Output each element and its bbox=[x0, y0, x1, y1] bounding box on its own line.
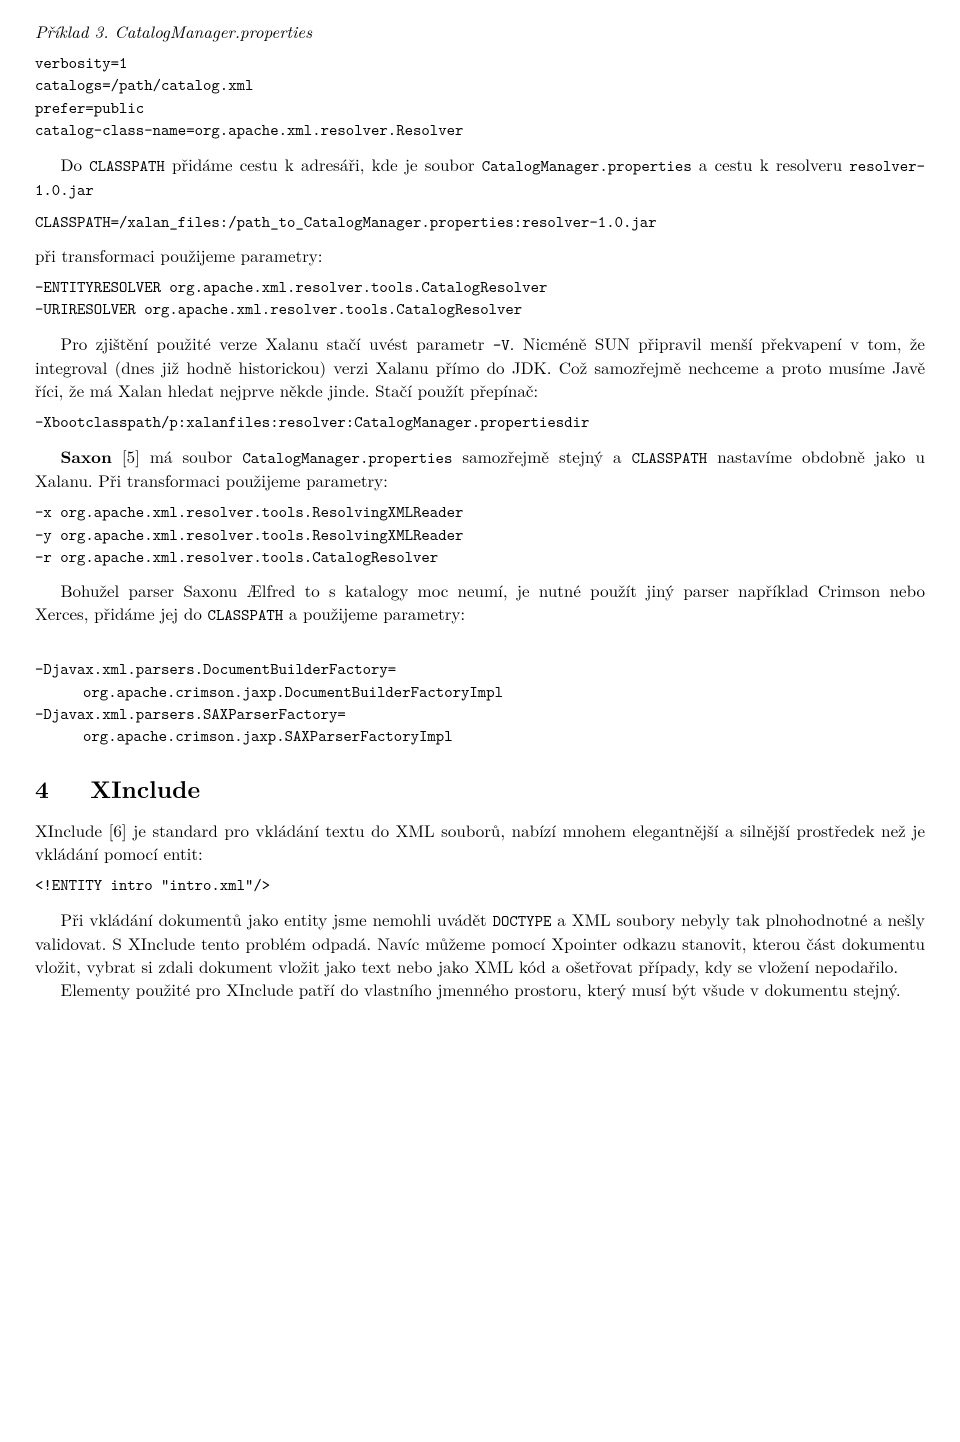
code-line: org.apache.crimson.jaxp.DocumentBuilderF… bbox=[35, 682, 503, 703]
inline-code: CatalogManager.properties bbox=[242, 448, 452, 469]
code-block-entity: <!ENTITY intro "intro.xml"/> bbox=[35, 875, 925, 897]
section-title: XInclude bbox=[90, 772, 200, 806]
section-heading-xinclude: 4 XInclude bbox=[35, 773, 925, 805]
paragraph-doctype: Při vkládání dokumentů jako entity jsme … bbox=[35, 908, 925, 978]
code-block-catalogmanager: verbosity=1 catalogs=/path/catalog.xml p… bbox=[35, 53, 925, 143]
code-block-saxon-params: -x org.apache.xml.resolver.tools.Resolvi… bbox=[35, 502, 925, 569]
code-line: -Djavax.xml.parsers.DocumentBuilderFacto… bbox=[35, 659, 396, 680]
paragraph-xinclude-namespace: Elementy použité pro XInclude patří do v… bbox=[35, 978, 925, 1001]
code-block-resolver-params: -ENTITYRESOLVER org.apache.xml.resolver.… bbox=[35, 277, 925, 322]
code-block-classpath-assign: CLASSPATH=/xalan_files:/path_to_CatalogM… bbox=[35, 212, 925, 234]
inline-code: CLASSPATH bbox=[632, 448, 708, 469]
inline-code: CLASSPATH bbox=[208, 605, 284, 626]
text: Do bbox=[61, 152, 90, 176]
paragraph-xalan-version: Pro zjištění použité verze Xalanu stačí … bbox=[35, 332, 925, 402]
text: a použijeme parametry: bbox=[283, 601, 465, 625]
paragraph-classpath: Do CLASSPATH přidáme cestu k adresáři, k… bbox=[35, 153, 925, 202]
code-line: -Djavax.xml.parsers.SAXParserFactory= bbox=[35, 704, 346, 725]
text: Pro zjištění použité verze Xalanu stačí … bbox=[61, 331, 493, 355]
bold-saxon: Saxon bbox=[61, 445, 112, 469]
text: přidáme cestu k adresáři, kde je soubor bbox=[165, 152, 482, 176]
section-number: 4 bbox=[35, 772, 49, 806]
paragraph-aelfred: Bohužel parser Saxonu Ælfred to s katalo… bbox=[35, 579, 925, 627]
text: Bohužel parser Saxonu Ælfred to s katalo… bbox=[35, 578, 925, 625]
code-block-jaxp-factories: -Djavax.xml.parsers.DocumentBuilderFacto… bbox=[35, 637, 925, 749]
inline-code: -V bbox=[493, 335, 510, 356]
code-block-xbootclasspath: -Xbootclasspath/p:xalanfiles:resolver:Ca… bbox=[35, 412, 925, 434]
code-line: org.apache.crimson.jaxp.SAXParserFactory… bbox=[35, 726, 453, 747]
text: [5] má soubor bbox=[112, 444, 243, 468]
inline-code: DOCTYPE bbox=[493, 911, 552, 932]
inline-code: CatalogManager.properties bbox=[482, 156, 692, 177]
text: Při vkládání dokumentů jako entity jsme … bbox=[61, 907, 493, 931]
inline-code: CLASSPATH bbox=[89, 156, 165, 177]
paragraph-xinclude-intro: XInclude [6] je standard pro vkládání te… bbox=[35, 819, 925, 865]
paragraph-transform-params: při transformaci použijeme parametry: bbox=[35, 244, 925, 267]
paragraph-saxon: Saxon [5] má soubor CatalogManager.prope… bbox=[35, 445, 925, 493]
example-caption: Příklad 3. CatalogManager.properties bbox=[35, 20, 925, 43]
text: samozřejmě stejný a bbox=[452, 444, 631, 468]
text: a cestu k resolveru bbox=[692, 152, 850, 176]
